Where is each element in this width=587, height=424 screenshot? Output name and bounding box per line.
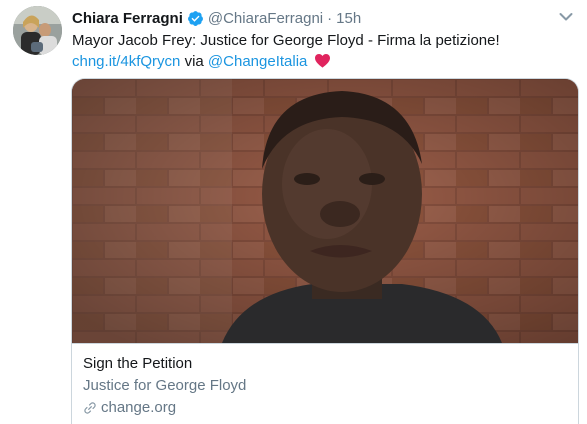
chevron-down-icon[interactable] (559, 12, 573, 22)
card-description: Justice for George Floyd (83, 377, 247, 394)
red-heart-icon (314, 54, 330, 68)
tweet-header: Chiara Ferragni @ChiaraFerragni · 15h (72, 8, 361, 28)
card-domain-text: change.org (101, 399, 177, 416)
mention-link[interactable]: @ChangeItalia (208, 53, 307, 70)
verified-badge-icon (187, 10, 203, 26)
card-domain: change.org (83, 399, 176, 416)
avatar[interactable] (13, 6, 62, 55)
via-text: via (184, 53, 204, 70)
author-handle[interactable]: @ChiaraFerragni (208, 10, 323, 27)
card-title: Sign the Petition (83, 355, 193, 372)
card-image[interactable] (72, 79, 578, 343)
tweet-text-line: Mayor Jacob Frey: Justice for George Flo… (72, 32, 500, 49)
separator-dot: · (327, 9, 333, 27)
petition-link[interactable]: chng.it/4kfQrycn (72, 53, 180, 70)
card-info[interactable]: Sign the Petition Justice for George Flo… (72, 343, 578, 424)
tweet[interactable]: Chiara Ferragni @ChiaraFerragni · 15h Ma… (0, 0, 587, 424)
link-preview-card[interactable]: Sign the Petition Justice for George Flo… (71, 78, 579, 424)
tweet-text: Mayor Jacob Frey: Justice for George Flo… (72, 30, 577, 72)
author-name[interactable]: Chiara Ferragni (72, 10, 183, 27)
link-icon (84, 401, 96, 414)
tweet-timestamp[interactable]: 15h (336, 10, 361, 27)
